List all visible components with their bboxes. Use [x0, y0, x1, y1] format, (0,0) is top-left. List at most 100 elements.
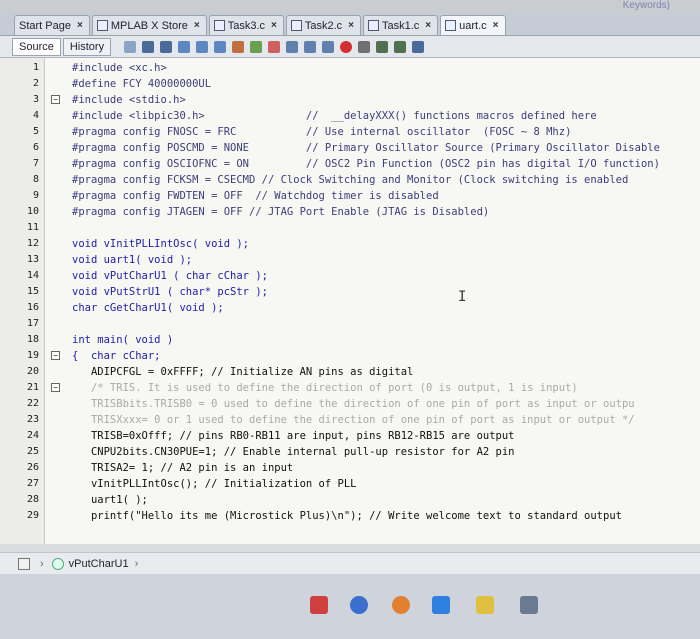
code-line: 24 TRISB=0xOfff; // pins RB0-RB11 are in…	[0, 428, 700, 444]
fold-toggle-icon[interactable]: −	[51, 383, 60, 392]
app-taskbar-icon[interactable]	[310, 596, 328, 614]
toggle-bookmark-icon[interactable]	[250, 40, 263, 53]
line-number: 17	[26, 318, 39, 329]
code-line: 29 printf("Hello its me (Microstick Plus…	[0, 508, 700, 524]
current-function-label[interactable]: vPutCharU1	[69, 558, 129, 570]
shift-right-icon[interactable]	[322, 40, 335, 53]
line-number: 18	[26, 334, 39, 345]
previous-bookmark-icon[interactable]	[268, 40, 281, 53]
tab-uart[interactable]: uart.c ×	[440, 15, 506, 35]
close-icon[interactable]: ×	[271, 20, 277, 31]
code-text[interactable]: #pragma config POSCMD = NONE // Primary …	[72, 140, 660, 156]
code-text[interactable]: ADIPCFGL = 0xFFFF; // Initialize AN pins…	[72, 364, 413, 380]
text-cursor-icon: I	[458, 289, 467, 305]
code-line: 5 #pragma config FNOSC = FRC // Use inter…	[0, 124, 700, 140]
last-edit-icon[interactable]	[124, 40, 137, 53]
chevron-right-icon[interactable]: ›	[135, 558, 139, 570]
code-line: 14 void vPutCharU1 ( char cChar );	[0, 268, 700, 284]
code-text[interactable]: #pragma config OSCIOFNC = ON // OSC2 Pin…	[72, 156, 660, 172]
source-button[interactable]: Source	[12, 37, 61, 56]
tab-label: Task2.c	[304, 19, 343, 32]
tab-start-page[interactable]: Start Page ×	[14, 15, 90, 35]
code-line: 22 TRISBbits.TRISB0 = 0 used to define t…	[0, 396, 700, 412]
code-text[interactable]: uart1( );	[72, 492, 148, 508]
code-text[interactable]: #define FCY 40000000UL	[72, 76, 211, 92]
line-number: 28	[26, 494, 39, 505]
code-text[interactable]: TRISB=0xOfff; // pins RB0-RB11 are input…	[72, 428, 515, 444]
code-text[interactable]: #pragma config FWDTEN = OFF // Watchdog …	[72, 188, 439, 204]
tab-label: Task1.c	[382, 19, 420, 32]
code-text[interactable]: void vInitPLLIntOsc( void );	[72, 236, 249, 252]
code-text[interactable]: TRISXxxx= 0 or 1 used to define the dire…	[72, 412, 635, 428]
code-text[interactable]: #pragma config JTAGEN = OFF // JTAG Port…	[72, 204, 489, 220]
code-line: 25 CNPU2bits.CN30PUE=1; // Enable intern…	[0, 444, 700, 460]
shift-left-icon[interactable]	[304, 40, 317, 53]
record-macro-icon[interactable]	[340, 40, 353, 53]
chrome-taskbar-icon[interactable]	[392, 596, 410, 614]
fold-toggle-icon[interactable]: −	[51, 95, 60, 104]
line-number: 20	[26, 366, 39, 377]
find-next-icon[interactable]	[214, 40, 227, 53]
code-text[interactable]: void vPutStrU1 ( char* pcStr );	[72, 284, 268, 300]
fold-toggle-icon[interactable]: −	[51, 351, 60, 360]
close-icon[interactable]: ×	[348, 20, 354, 31]
code-line: 23 TRISXxxx= 0 or 1 used to define the d…	[0, 412, 700, 428]
uncomment-icon[interactable]	[394, 40, 407, 53]
tab-task1[interactable]: Task1.c ×	[363, 15, 439, 35]
close-icon[interactable]: ×	[77, 20, 83, 31]
line-number: 11	[26, 222, 39, 233]
code-text[interactable]: char cGetCharU1( void );	[72, 300, 224, 316]
close-icon[interactable]: ×	[425, 20, 431, 31]
tab-label: Start Page	[19, 19, 71, 32]
chevron-right-icon[interactable]: ›	[40, 558, 44, 570]
code-line: 13 void uart1( void );	[0, 252, 700, 268]
edge-taskbar-icon[interactable]	[432, 596, 450, 614]
code-text[interactable]: #include <libpic30.h> // __delayXXX() fu…	[72, 108, 597, 124]
stop-macro-icon[interactable]	[358, 40, 371, 53]
navigator-icon[interactable]	[18, 557, 30, 570]
code-text[interactable]: #pragma config FCKSM = CSECMD // Clock S…	[72, 172, 628, 188]
code-text[interactable]: #include <xc.h>	[72, 60, 167, 76]
split-view-icon[interactable]	[412, 40, 425, 53]
code-editor[interactable]: 1 #include <xc.h> 2 #define FCY 40000000UL…	[0, 58, 700, 544]
forward-icon[interactable]	[160, 40, 173, 53]
toolbar-icons	[121, 40, 427, 53]
code-text[interactable]: /* TRIS. It is used to define the direct…	[72, 380, 578, 396]
close-icon[interactable]: ×	[493, 20, 499, 31]
tab-task2[interactable]: Task2.c ×	[285, 15, 361, 35]
code-text[interactable]: #include <stdio.h>	[72, 92, 186, 108]
code-text[interactable]: printf("Hello its me (Microstick Plus)\n…	[72, 508, 622, 524]
code-text[interactable]: CNPU2bits.CN30PUE=1; // Enable internal …	[72, 444, 515, 460]
tab-label: Task3.c	[227, 19, 266, 32]
code-line: 6 #pragma config POSCMD = NONE // Primary…	[0, 140, 700, 156]
file-icon	[213, 20, 225, 31]
code-text[interactable]: int main( void )	[72, 332, 173, 348]
history-button[interactable]: History	[62, 37, 112, 56]
tab-task3[interactable]: Task3.c ×	[208, 15, 284, 35]
code-text[interactable]: TRISBbits.TRISB0 = 0 used to define the …	[72, 396, 635, 412]
code-line: 17	[0, 316, 700, 332]
code-text[interactable]: void vPutCharU1 ( char cChar );	[72, 268, 268, 284]
settings-taskbar-icon[interactable]	[520, 596, 538, 614]
code-text[interactable]: TRISA2= 1; // A2 pin is an input	[72, 460, 293, 476]
line-number: 1	[32, 62, 39, 73]
close-icon[interactable]: ×	[194, 20, 200, 31]
code-line: 7 #pragma config OSCIOFNC = ON // OSC2 Pi…	[0, 156, 700, 172]
toggle-highlight-icon[interactable]	[232, 40, 245, 53]
comment-icon[interactable]	[376, 40, 389, 53]
tab-mplab-store[interactable]: MPLAB X Store ×	[91, 15, 207, 35]
code-line: 18 int main( void )	[0, 332, 700, 348]
code-text[interactable]: { char cChar;	[72, 348, 161, 364]
browser-taskbar-icon[interactable]	[350, 596, 368, 614]
line-number: 3	[32, 94, 39, 105]
code-text[interactable]: void uart1( void );	[72, 252, 192, 268]
code-text[interactable]: #pragma config FNOSC = FRC // Use intern…	[72, 124, 571, 140]
code-text[interactable]: vInitPLLIntOsc(); // Initialization of P…	[72, 476, 357, 492]
back-icon[interactable]	[142, 40, 155, 53]
next-bookmark-icon[interactable]	[286, 40, 299, 53]
find-previous-icon[interactable]	[196, 40, 209, 53]
code-line: 12 void vInitPLLIntOsc( void );	[0, 236, 700, 252]
folder-taskbar-icon[interactable]	[476, 596, 494, 614]
line-number: 5	[32, 126, 39, 137]
find-icon[interactable]	[178, 40, 191, 53]
